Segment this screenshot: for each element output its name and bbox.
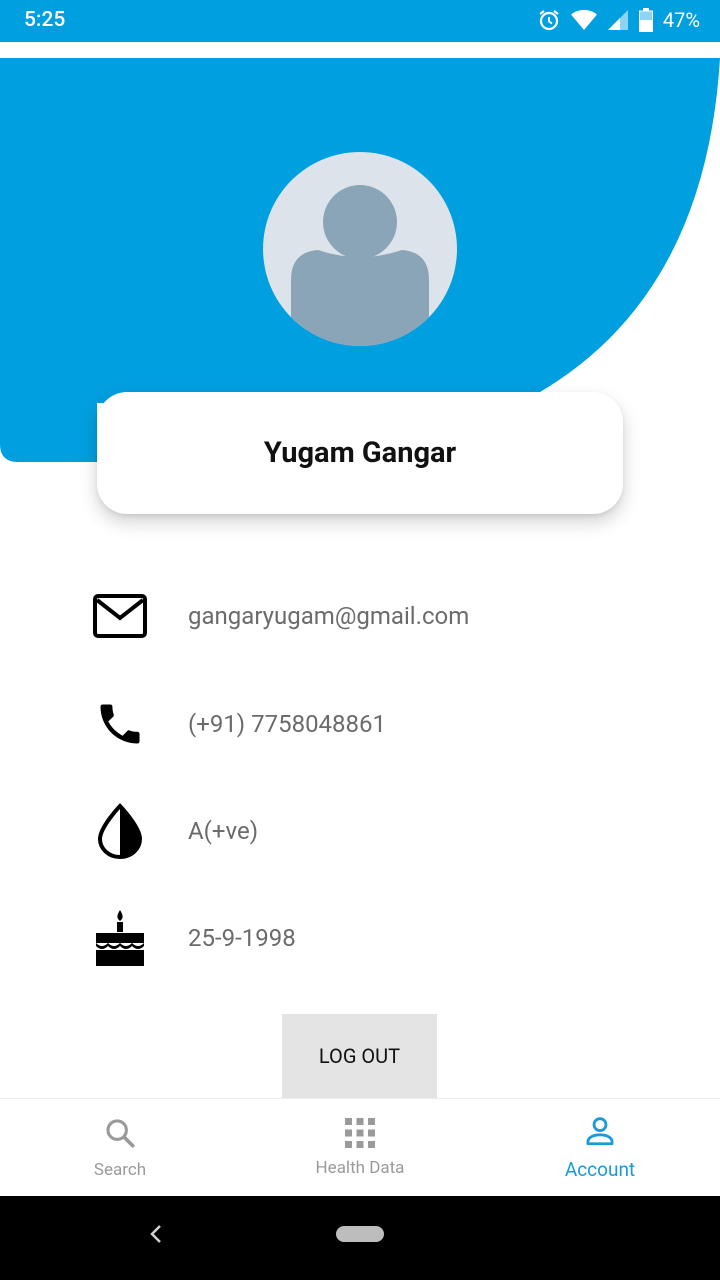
home-button[interactable] [336,1226,384,1242]
logout-button[interactable]: LOG OUT [282,1014,437,1098]
system-nav-bar [0,1196,720,1280]
blood-group-value: A(+ve) [188,817,259,845]
nav-label-search: Search [93,1159,147,1180]
name-card: Yugam Gangar [97,392,623,514]
profile-name: Yugam Gangar [263,436,457,470]
birthdate-value: 25-9-1998 [188,924,296,952]
birthdate-row: 25-9-1998 [90,908,650,968]
blood-group-row: A(+ve) [90,801,650,861]
email-value: gangaryugam@gmail.com [188,602,470,630]
mail-icon [90,586,150,646]
phone-row: (+91) 7758048861 [90,694,650,754]
wifi-icon [570,9,597,31]
email-row: gangaryugam@gmail.com [90,586,650,646]
status-icons: 47% [537,8,700,32]
status-bar: 5:25 47% [0,0,720,42]
alarm-icon [537,8,561,32]
battery-icon [638,8,653,32]
battery-percent: 47% [662,8,700,32]
avatar[interactable] [263,152,457,346]
nav-item-health-data[interactable]: Health Data [240,1099,480,1196]
status-time: 5:25 [24,8,66,32]
nav-label-account: Account [564,1158,636,1181]
person-icon [583,1114,617,1152]
nav-item-search[interactable]: Search [0,1099,240,1196]
search-icon [103,1116,137,1154]
person-placeholder-icon [291,185,429,346]
grid-icon [345,1117,375,1152]
signal-icon [607,9,629,31]
back-icon[interactable] [148,1222,164,1250]
phone-value: (+91) 7758048861 [188,710,386,738]
phone-icon [90,694,150,754]
bottom-nav: Search Health Data Account [0,1098,720,1196]
nav-item-account[interactable]: Account [480,1099,720,1196]
nav-label-health-data: Health Data [315,1157,405,1178]
blood-drop-icon [90,801,150,861]
cake-icon [90,908,150,968]
